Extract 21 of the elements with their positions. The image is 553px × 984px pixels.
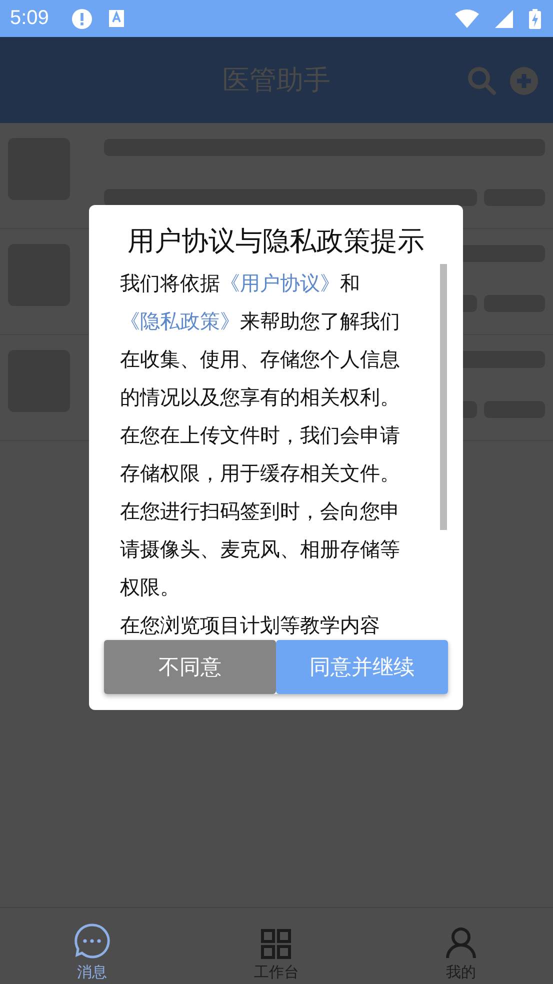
dialog-paragraph: 在您在上传文件时，我们会申请存储权限，用于缓存相关文件。	[120, 422, 401, 487]
policy-link[interactable]: 《隐私政策》	[120, 309, 240, 333]
dialog-paragraph: 在您进行扫码签到时，会向您申请摄像头、麦克风、相册存储等权限。	[120, 498, 401, 601]
wifi-icon	[455, 9, 479, 28]
nav-tab[interactable]: 消息	[0, 908, 184, 984]
decline-button[interactable]: 不同意	[104, 640, 276, 694]
policy-link[interactable]: 《用户协议》	[220, 271, 340, 295]
search-icon[interactable]	[467, 66, 497, 96]
alert-icon	[70, 8, 93, 30]
scrollbar[interactable]	[440, 264, 447, 530]
person-icon	[446, 927, 476, 959]
chat-icon	[74, 923, 110, 959]
add-icon[interactable]	[510, 67, 538, 95]
signal-icon	[495, 10, 513, 28]
dialog-paragraph: 我们将依据《用户协议》和 《隐私政策》来帮助您了解我们在收集、使用、存储您个人信息的情况以及您享有的相关权利。	[120, 270, 401, 411]
grid-icon	[261, 929, 292, 959]
status-time: 5:09	[10, 7, 49, 30]
battery-icon	[529, 8, 541, 28]
dialog-title: 用户协议与隐私政策提示	[126, 225, 426, 259]
dialog-paragraph: 在您浏览项目计划等教学内容	[120, 612, 381, 639]
accept-button[interactable]: 同意并继续	[276, 640, 448, 694]
